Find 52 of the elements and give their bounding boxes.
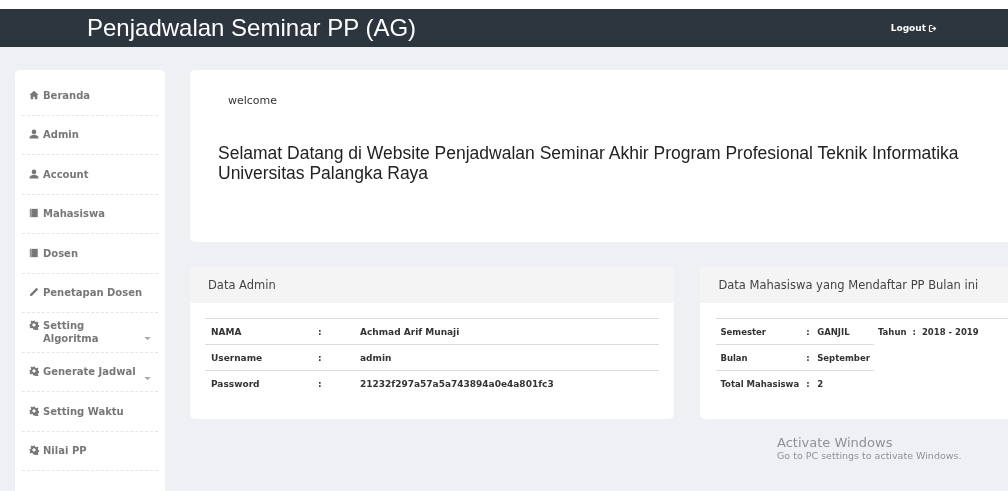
gear-icon [29, 366, 39, 377]
table-cell: GANJIL [813, 319, 874, 345]
welcome-message: Selamat Datang di Website Penjadwalan Seminar Akhir Program Profesional Teknik Informatika Universitas Palangka Raya [218, 143, 960, 183]
sidebar-item[interactable]: Dosen [22, 234, 158, 274]
user-icon [29, 168, 39, 179]
logout-link[interactable]: Logout [890, 23, 937, 33]
table-cell: Semester [716, 319, 804, 345]
app-title: Penjadwalan Seminar PP (AG) [87, 14, 417, 42]
colon-separator: : [806, 378, 810, 389]
home-icon [29, 89, 39, 100]
table-cell: September [813, 344, 874, 371]
pencil-icon [29, 287, 39, 298]
table-cell: Password [205, 370, 312, 396]
gear-icon [29, 320, 39, 331]
sidebar-item[interactable]: Setting Algoritma [22, 313, 158, 353]
card-title: Data Mahasiswa yang Mendaftar PP Bulan ini [718, 278, 979, 292]
gear-icon [29, 445, 39, 456]
caret-icon [144, 376, 151, 381]
caret-icon [144, 337, 151, 342]
sidebar-item[interactable]: Penetapan Dosen [22, 273, 158, 313]
activation-text: Go to PC settings to activate Windows. [777, 450, 962, 461]
colon-separator: : [806, 326, 810, 337]
table-cell: 21232f297a57a5a743894a0e4a801fc3 [354, 370, 660, 396]
sidebar-item[interactable]: Mahasiswa [22, 194, 158, 234]
sidebar-item[interactable]: Nilai PP [22, 431, 158, 471]
year-label: Tahun [877, 326, 907, 337]
table-cell: Bulan [716, 344, 804, 371]
colon-separator: : [806, 352, 810, 363]
table-cell: Username [205, 344, 312, 371]
sidebar-item[interactable]: Setting Waktu [22, 392, 158, 432]
sidebar-item[interactable]: Beranda [22, 76, 158, 116]
sidebar-item[interactable]: Admin [22, 115, 158, 155]
user-icon [29, 129, 39, 140]
card-title: Data Admin [208, 278, 276, 292]
table-cell: admin [354, 344, 660, 371]
colon-separator: : [318, 352, 322, 363]
gear-icon [29, 405, 39, 416]
table-cell: 2 [813, 370, 874, 396]
colon-separator: : [318, 378, 322, 389]
colon-separator: : [912, 326, 916, 337]
year-value: 2018 - 2019 [921, 326, 979, 337]
table-cell: NAMA [205, 318, 312, 345]
table-cell: Achmad Arif Munaji [354, 318, 660, 345]
sidebar-item[interactable]: Generate Jadwal [22, 352, 158, 392]
welcome-label: welcome [228, 94, 279, 107]
book-icon [29, 208, 39, 219]
book-icon [29, 247, 39, 258]
logout-icon [928, 23, 937, 33]
colon-separator: : [318, 326, 322, 337]
activation-title: Activate Windows [777, 435, 893, 450]
table-cell: Total Mahasiswa [716, 370, 804, 396]
sidebar-item[interactable]: Account [22, 155, 158, 195]
